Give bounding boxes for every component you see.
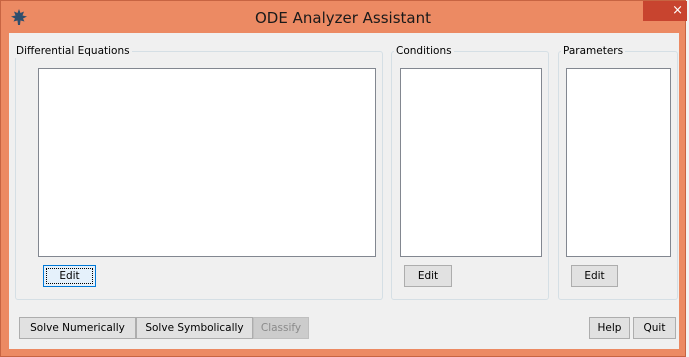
edit-parameters-button[interactable]: Edit bbox=[571, 265, 618, 287]
equations-list[interactable] bbox=[38, 68, 376, 257]
edit-conditions-button[interactable]: Edit bbox=[404, 265, 452, 287]
equations-label: Differential Equations bbox=[14, 44, 132, 58]
equations-group: Differential Equations Edit bbox=[14, 44, 383, 300]
edit-conditions-label: Edit bbox=[417, 270, 439, 282]
edit-equations-button[interactable]: Edit bbox=[43, 265, 96, 287]
title-bar[interactable]: ODE Analyzer Assistant × bbox=[1, 1, 687, 33]
classify-button[interactable]: Classify bbox=[253, 317, 309, 339]
quit-button[interactable]: Quit bbox=[633, 317, 676, 339]
ode-analyzer-window: ODE Analyzer Assistant × Differential Eq… bbox=[0, 0, 687, 357]
client-area: Differential Equations Edit Conditions E… bbox=[9, 33, 679, 349]
conditions-label: Conditions bbox=[394, 44, 454, 58]
close-button[interactable]: × bbox=[643, 1, 687, 21]
solve-numerically-button[interactable]: Solve Numerically bbox=[19, 317, 136, 339]
edit-parameters-label: Edit bbox=[584, 270, 605, 282]
focus-indicator bbox=[46, 268, 93, 284]
parameters-list[interactable] bbox=[566, 68, 671, 257]
close-icon: × bbox=[672, 3, 683, 18]
parameters-group: Parameters Edit bbox=[558, 44, 678, 300]
parameters-label: Parameters bbox=[561, 44, 626, 58]
help-button[interactable]: Help bbox=[589, 317, 630, 339]
conditions-group: Conditions Edit bbox=[391, 44, 549, 300]
window-title: ODE Analyzer Assistant bbox=[255, 9, 431, 27]
solve-symbolically-button[interactable]: Solve Symbolically bbox=[136, 317, 253, 339]
conditions-list[interactable] bbox=[400, 68, 542, 257]
